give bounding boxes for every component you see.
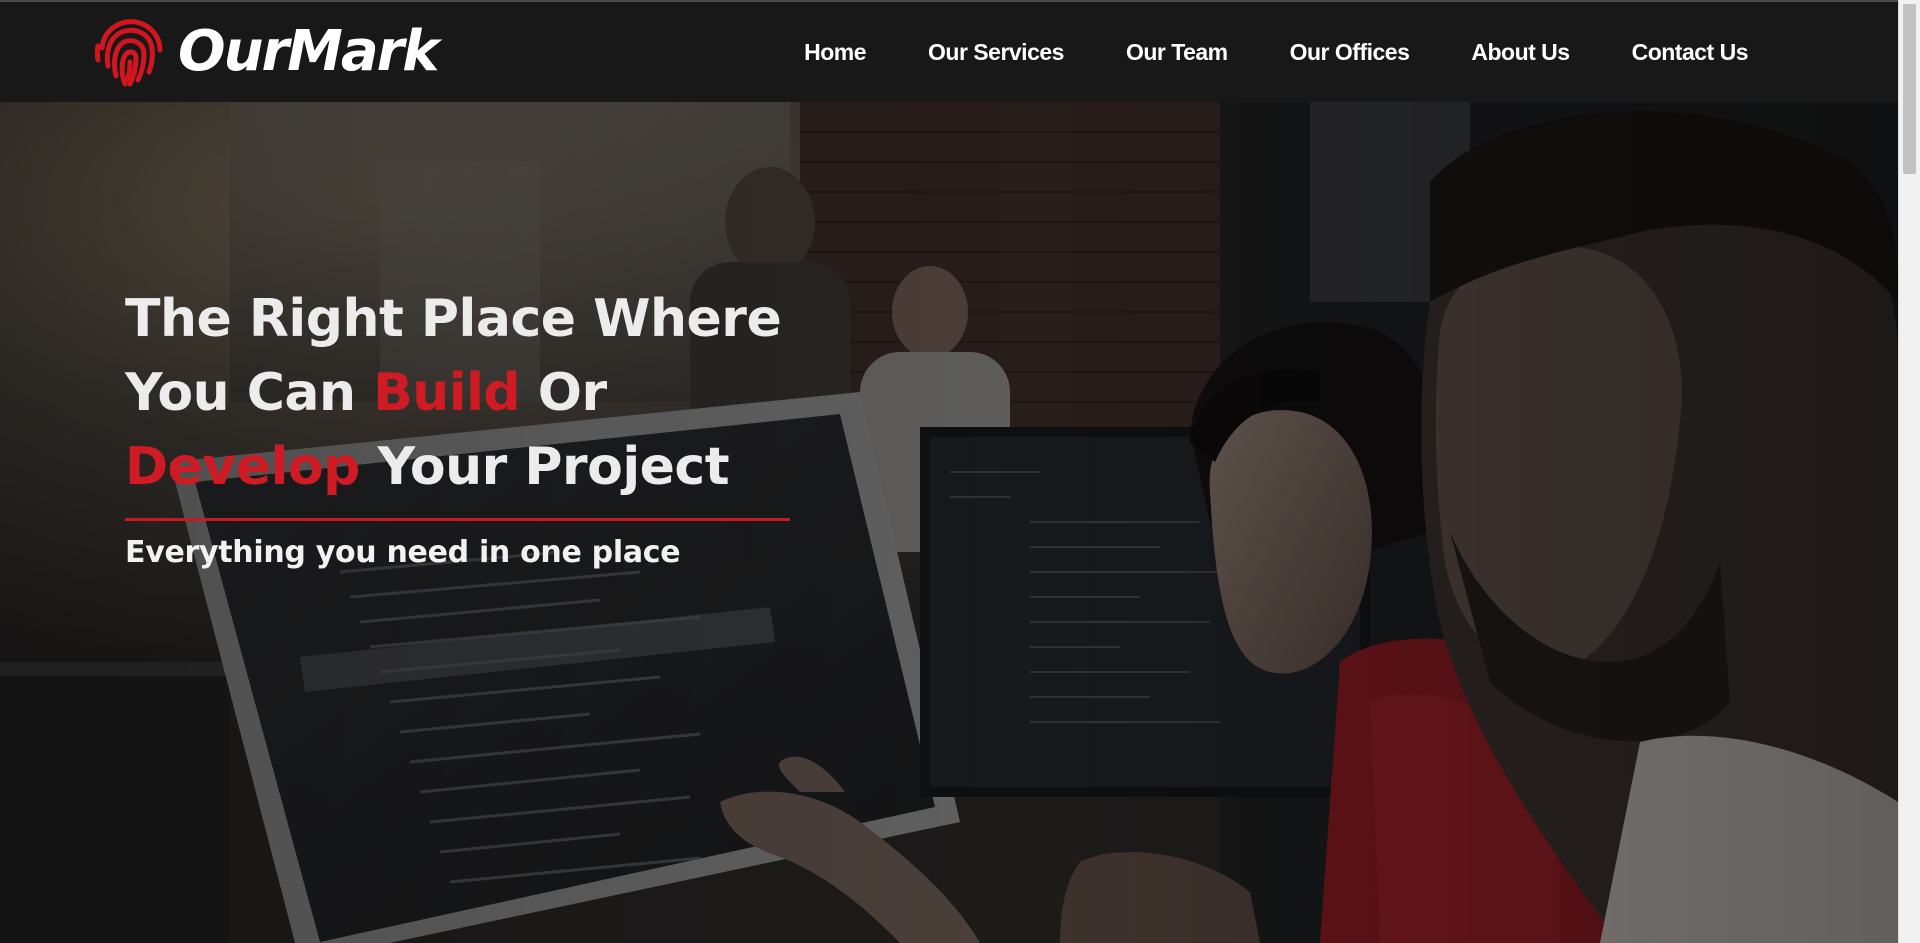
- main-nav: Home Our Services Our Team Our Offices A…: [804, 2, 1748, 102]
- hero-text: The Right Place Where You Can Build Or D…: [125, 282, 805, 570]
- headline-line-1: The Right Place Where: [125, 289, 782, 349]
- headline-line-2-end: Or: [520, 363, 607, 423]
- headline-line-2-start: You Can: [125, 363, 374, 423]
- hero-divider: [125, 518, 790, 521]
- brand-name: OurMark: [178, 19, 439, 84]
- nav-link-our-team[interactable]: Our Team: [1126, 39, 1228, 66]
- page: OurMark Home Our Services Our Team Our O…: [0, 0, 1920, 943]
- nav-link-contact-us[interactable]: Contact Us: [1632, 39, 1749, 66]
- brand[interactable]: OurMark: [92, 12, 439, 92]
- page-scrollbar[interactable]: [1898, 0, 1920, 943]
- hero-subtitle: Everything you need in one place: [125, 535, 681, 570]
- nav-link-home[interactable]: Home: [804, 39, 866, 66]
- hero-section: The Right Place Where You Can Build Or D…: [0, 102, 1898, 943]
- headline-line-3-end: Your Project: [359, 437, 730, 497]
- nav-link-our-services[interactable]: Our Services: [928, 39, 1064, 66]
- fingerprint-logo-icon: [94, 19, 163, 87]
- nav-link-our-offices[interactable]: Our Offices: [1290, 39, 1410, 66]
- navbar: OurMark Home Our Services Our Team Our O…: [0, 0, 1898, 102]
- scrollbar-thumb[interactable]: [1903, 4, 1916, 174]
- headline-accent-build: Build: [373, 363, 521, 423]
- nav-link-about-us[interactable]: About Us: [1471, 39, 1570, 66]
- headline-accent-develop: Develop: [125, 437, 360, 497]
- hero-headline: The Right Place Where You Can Build Or D…: [125, 282, 805, 504]
